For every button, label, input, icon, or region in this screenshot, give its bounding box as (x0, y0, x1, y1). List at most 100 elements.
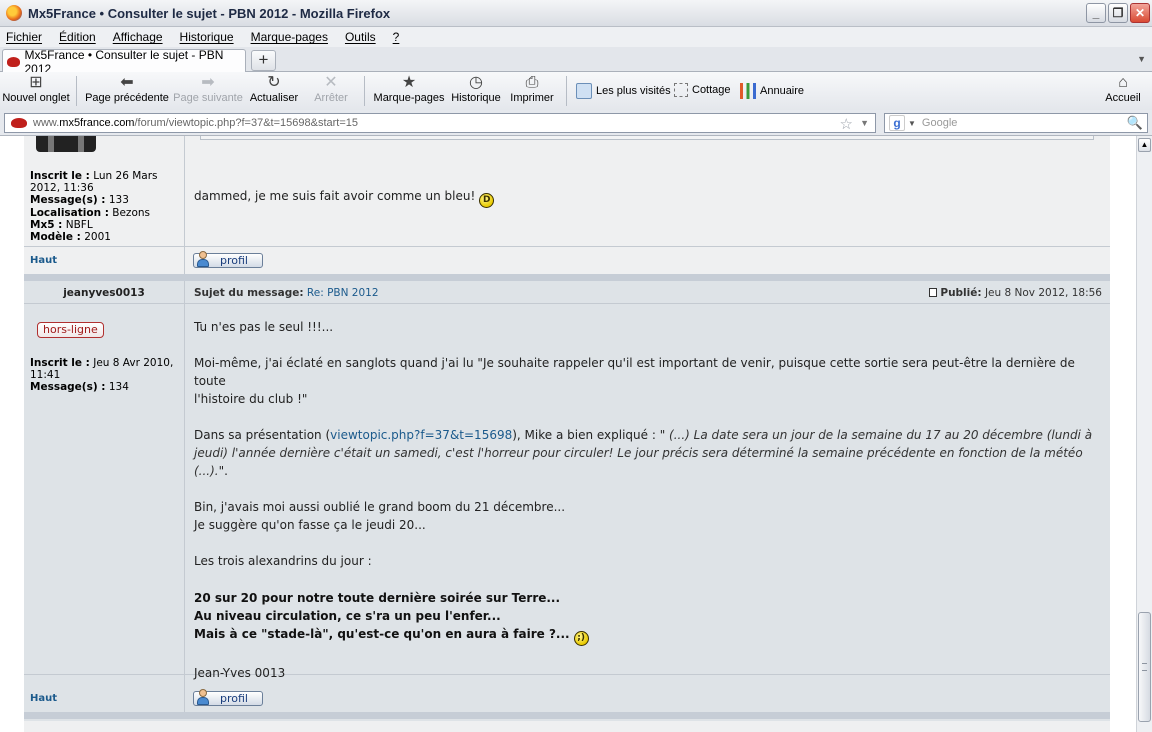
bookmarks-button[interactable]: ★ Marque-pages (372, 74, 446, 108)
tab-list-icon[interactable]: ▼ (1137, 54, 1146, 64)
printer-icon: ⎙ (525, 74, 539, 91)
history-button[interactable]: ◷ Historique (450, 74, 502, 108)
site-identity-icon (11, 118, 27, 128)
post-paragraph: Tu n'es pas le seul !!!... (194, 320, 334, 334)
history-label: Historique (451, 92, 501, 104)
stop-icon: ✕ (324, 74, 338, 91)
scroll-up-icon[interactable]: ▲ (1138, 138, 1151, 152)
window-title: Mx5France • Consulter le sujet - PBN 201… (28, 5, 391, 21)
row-divider (24, 246, 1110, 247)
post-date: Publié: Jeu 8 Nov 2012, 18:56 (929, 283, 1102, 303)
back-to-top-link[interactable]: Haut (30, 255, 57, 266)
menu-marque-pages[interactable]: Marque-pages (251, 30, 328, 44)
bookmarks-star-icon: ★ (401, 74, 417, 91)
new-tab-button[interactable]: + (251, 50, 276, 71)
reload-label: Actualiser (249, 92, 299, 104)
column-divider (184, 136, 185, 274)
mx5-favicon-icon (7, 56, 21, 67)
stop-button[interactable]: ✕ Arrêter (308, 74, 354, 108)
bookmark-annuaire[interactable]: Annuaire (740, 83, 804, 99)
home-icon: ⌂ (1118, 74, 1128, 91)
forward-button[interactable]: ➡ Page suivante (172, 74, 244, 108)
reload-button[interactable]: ↻ Actualiser (248, 74, 300, 108)
url-history-dropdown-icon[interactable]: ▼ (860, 118, 869, 128)
post-author[interactable]: jeanyves0013 (24, 283, 184, 303)
forum-topic: Inscrit le : Lun 26 Mars 2012, 11:36 Mes… (24, 136, 1110, 732)
user-profile-icon (196, 251, 210, 268)
post-content: dammed, je me suis fait avoir comme un b… (194, 187, 495, 208)
messages-label: Message(s) : (30, 194, 106, 207)
bookmark-most-visited[interactable]: Les plus visités (576, 83, 671, 99)
profile-button[interactable]: profil (193, 689, 263, 706)
post-paragraph: Je suggère qu'on fasse ça le jeudi 20... (194, 518, 426, 532)
navigation-toolbar: ⊞ Nouvel onglet ⬅ Page précédente ➡ Page… (0, 72, 1152, 110)
bookmark-star-icon[interactable]: ☆ (840, 115, 853, 133)
post-content: Tu n'es pas le seul !!!... Moi-même, j'a… (194, 318, 1106, 682)
history-clock-icon: ◷ (469, 74, 483, 91)
url-input[interactable]: www.mx5france.com /forum/viewtopic.php?f… (4, 113, 876, 133)
quote-block (200, 136, 1094, 140)
toolbar-separator (364, 76, 365, 106)
vertical-scrollbar[interactable]: ▲ (1136, 136, 1152, 732)
verse-line: Au niveau circulation, ce s'ra un peu l'… (194, 609, 501, 623)
subject-link[interactable]: Re: PBN 2012 (307, 287, 379, 299)
url-host-domain: mx5france.com (59, 117, 135, 129)
quote-end: ". (218, 464, 228, 478)
search-engine-dropdown-icon[interactable]: ▼ (908, 119, 916, 128)
profile-button[interactable]: profil (193, 251, 263, 268)
tab-active[interactable]: Mx5France • Consulter le sujet - PBN 201… (2, 48, 246, 76)
home-button[interactable]: ⌂ Accueil (1100, 74, 1146, 108)
post-paragraph: l'histoire du club !" (194, 392, 308, 406)
search-icon[interactable]: 🔍 (1127, 115, 1143, 131)
stop-label: Arrêter (314, 92, 348, 104)
url-host: www.mx5france.com (33, 117, 134, 129)
menu-outils[interactable]: Outils (345, 30, 376, 44)
menu-historique[interactable]: Historique (180, 30, 234, 44)
menu-edition[interactable]: Édition (59, 30, 96, 44)
bookmark-cottage[interactable]: Cottage (674, 83, 731, 97)
subject-label: Sujet du message: (194, 287, 304, 299)
address-bar-row: www.mx5france.com /forum/viewtopic.php?f… (0, 110, 1152, 136)
new-tab-label: Nouvel onglet (2, 92, 70, 104)
menu-affichage[interactable]: Affichage (113, 30, 163, 44)
profile-button-label: profil (220, 254, 248, 267)
bookmarks-label: Marque-pages (373, 92, 445, 104)
location-value: Bezons (112, 206, 150, 219)
user-profile-icon (196, 689, 210, 706)
back-button[interactable]: ⬅ Page précédente (84, 74, 170, 108)
menu-fichier[interactable]: Fichier (6, 30, 42, 44)
google-engine-icon[interactable]: g (889, 115, 905, 131)
title-bar: Mx5France • Consulter le sujet - PBN 201… (0, 0, 1152, 27)
url-path: /forum/viewtopic.php?f=37&t=15698&start=… (134, 117, 358, 129)
post-signature: Jean-Yves 0013 (194, 666, 286, 680)
forward-arrow-icon: ➡ (201, 74, 215, 91)
topic-link[interactable]: viewtopic.php?f=37&t=15698 (330, 428, 512, 442)
firefox-icon (6, 5, 22, 21)
scrollbar-thumb[interactable] (1138, 612, 1151, 722)
close-button[interactable]: ✕ (1130, 3, 1150, 23)
published-label: Publié: (940, 287, 982, 299)
window-controls: _ ❐ ✕ (1086, 3, 1150, 23)
status-badge: hors-ligne (37, 322, 104, 338)
joined-label: Inscrit le : (30, 170, 90, 182)
verse-line: Mais à ce "stade-là", qu'est-ce qu'on en… (194, 627, 570, 641)
menu-help[interactable]: ? (393, 30, 400, 44)
back-label: Page précédente (85, 92, 169, 104)
winking-smiley-icon: ;) (573, 631, 589, 646)
joined-label: Inscrit le : (30, 357, 90, 369)
menu-bar: Fichier Édition Affichage Historique Mar… (0, 27, 1152, 47)
print-button[interactable]: ⎙ Imprimer (508, 74, 556, 108)
maximize-button[interactable]: ❐ (1108, 3, 1128, 23)
minimize-button[interactable]: _ (1086, 3, 1106, 23)
url-host-prefix: www. (33, 117, 60, 129)
post-document-icon[interactable] (929, 288, 938, 297)
back-to-top-link[interactable]: Haut (30, 693, 57, 704)
search-input[interactable]: g ▼ Google 🔍 (884, 113, 1148, 133)
quote-italic: jeudi) l'année dernière c'était un samed… (194, 446, 1083, 478)
mx5-label: Mx5 : (30, 218, 63, 231)
new-tab-toolbar-button[interactable]: ⊞ Nouvel onglet (2, 74, 70, 108)
post-paragraph: Bin, j'avais moi aussi oublié le grand b… (194, 500, 566, 514)
new-tab-icon: ⊞ (29, 74, 43, 91)
quote-lead: ), Mike a bien expliqué : " (512, 428, 666, 442)
model-label: Modèle : (30, 231, 81, 244)
